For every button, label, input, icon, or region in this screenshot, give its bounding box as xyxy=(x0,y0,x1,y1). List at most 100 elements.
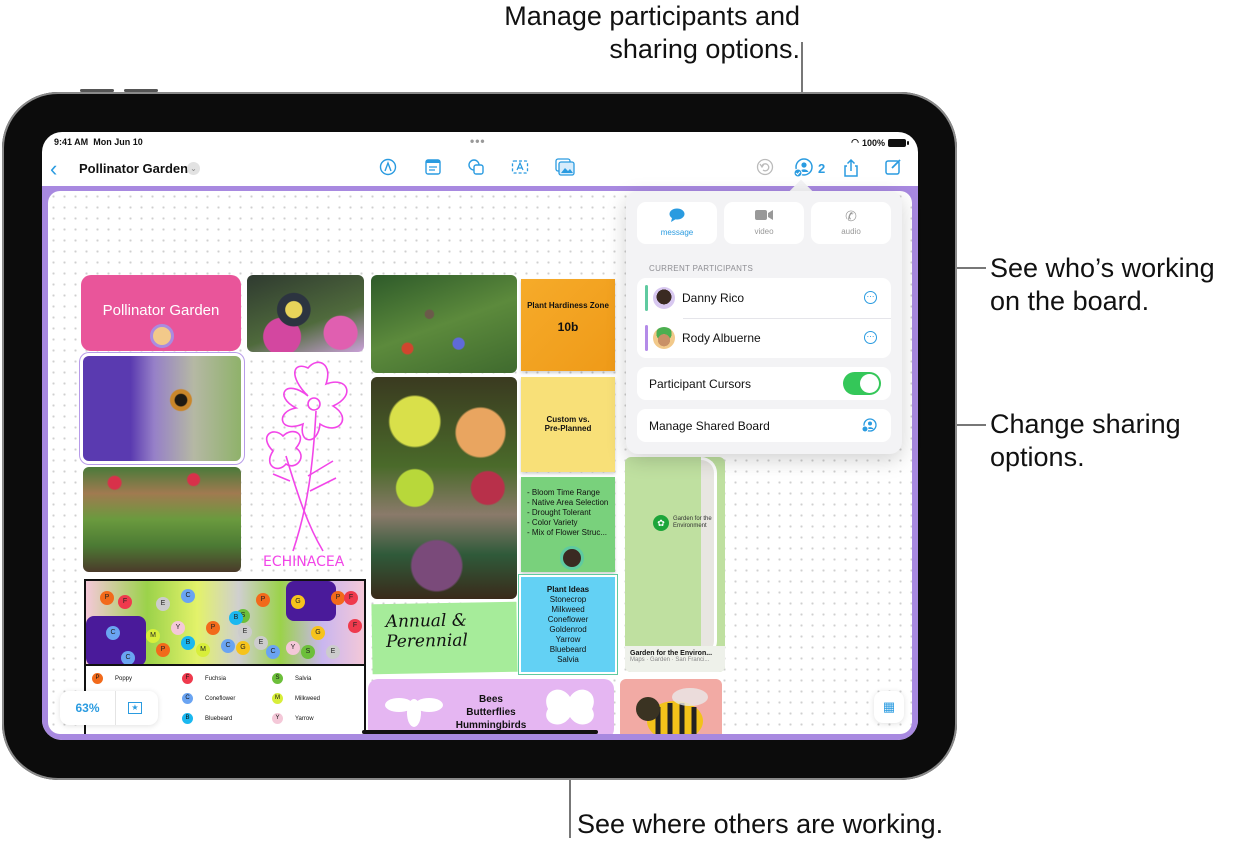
map-road xyxy=(701,457,717,657)
legend-label: Salvia xyxy=(295,675,312,682)
legend-dot: M xyxy=(272,693,283,704)
participant-name: Danny Rico xyxy=(682,291,745,305)
plot-marker: P xyxy=(206,621,220,635)
message-bubble-icon xyxy=(637,208,717,225)
plant-idea-item: Milkweed xyxy=(551,605,585,614)
bee-salvia-photo[interactable] xyxy=(83,356,241,461)
sticky-hardiness-zone[interactable]: Plant Hardiness Zone 10b xyxy=(521,279,615,371)
compose-icon[interactable] xyxy=(882,158,904,180)
avatar xyxy=(653,327,675,349)
current-participants-header: CURRENT PARTICIPANTS xyxy=(649,264,754,273)
plot-marker: B xyxy=(229,611,243,625)
garden-bed-photo[interactable] xyxy=(83,467,241,572)
video-label: video xyxy=(754,227,774,236)
chevron-down-icon[interactable]: ⌄ xyxy=(187,162,200,175)
succulent-wall-photo[interactable] xyxy=(371,377,517,599)
map-title: Garden for the Environ... xyxy=(630,650,713,657)
sticky-plant-ideas[interactable]: Plant Ideas Stonecrop Milkweed Coneflowe… xyxy=(521,577,615,672)
legend-item: F Fuchsia xyxy=(182,673,226,684)
wifi-icon: ◠ xyxy=(851,137,859,147)
text-box-icon[interactable] xyxy=(509,158,531,180)
video-camera-icon xyxy=(724,208,804,224)
echinacea-drawing[interactable]: ECHINACEA xyxy=(248,356,368,571)
participant-color-bar xyxy=(645,325,648,351)
plot-marker: E xyxy=(326,645,340,659)
plot-marker: C xyxy=(221,639,235,653)
participant-cursor-avatar-danny xyxy=(560,546,584,570)
participant-cursor-avatar-rody xyxy=(150,324,174,348)
undo-icon[interactable] xyxy=(754,158,776,180)
participant-cursors-label: Participant Cursors xyxy=(649,377,752,391)
multitasking-dots[interactable]: ••• xyxy=(470,134,486,148)
zoom-control[interactable]: 63% ★ xyxy=(60,691,158,725)
participant-name: Rody Albuerne xyxy=(682,331,761,345)
manage-shared-board-label: Manage Shared Board xyxy=(649,419,770,433)
callout-change-sharing: Change sharing options. xyxy=(990,409,1181,472)
phone-icon: ✆ xyxy=(845,208,857,224)
collaborators-count[interactable]: 2 xyxy=(818,161,825,176)
sticky-hardiness-title: Plant Hardiness Zone xyxy=(527,301,609,310)
shapes-icon[interactable] xyxy=(465,158,487,180)
sticky-custom-vs-preplanned[interactable]: Custom vs. Pre-Planned xyxy=(521,377,615,472)
participant-color-bar xyxy=(645,285,648,311)
hummingbird-photo[interactable] xyxy=(371,275,517,373)
share-icon[interactable] xyxy=(840,158,862,180)
bee-illustration[interactable] xyxy=(620,679,722,734)
more-options-icon[interactable]: ⋯ xyxy=(864,331,877,344)
plot-marker: M xyxy=(146,629,160,643)
participant-row[interactable]: Rody Albuerne ⋯ xyxy=(637,318,891,358)
message-button[interactable]: message xyxy=(637,202,717,244)
plant-idea-item: Coneflower xyxy=(547,615,589,624)
plant-ideas-heading: Plant Ideas xyxy=(546,585,590,594)
butterfly-photo[interactable] xyxy=(247,275,364,352)
plot-marker: F xyxy=(118,595,132,609)
sticky-note-icon[interactable] xyxy=(422,158,444,180)
plot-marker: Y xyxy=(171,621,185,635)
plot-marker: G xyxy=(311,626,325,640)
title-card-text: Pollinator Garden xyxy=(102,302,220,319)
legend-dot: Y xyxy=(272,713,283,724)
chevron-left-icon[interactable]: ‹ xyxy=(50,156,57,182)
criteria-item: - Bloom Time Range xyxy=(527,488,600,497)
plot-marker: G xyxy=(291,595,305,609)
grid-icon[interactable]: ▦ xyxy=(874,691,904,723)
criteria-item: - Native Area Selection xyxy=(527,498,609,507)
audio-button[interactable]: ✆ audio xyxy=(811,202,891,244)
media-icon[interactable] xyxy=(554,158,576,180)
collaboration-popover: message video ✆ audio CURRENT PARTICIPAN… xyxy=(626,191,902,454)
map-pin-label: Garden for the Environment xyxy=(673,516,712,529)
manage-sharing-icon[interactable] xyxy=(861,418,877,435)
board-title[interactable]: Pollinator Garden xyxy=(79,161,188,176)
status-time: 9:41 AM Mon Jun 10 xyxy=(54,137,143,147)
plot-marker: C xyxy=(121,651,135,664)
plot-marker: Y xyxy=(286,641,300,655)
more-options-icon[interactable]: ⋯ xyxy=(864,291,877,304)
map-card[interactable]: ✿ Garden for the Environment Garden for … xyxy=(625,457,725,672)
participant-row[interactable]: Danny Rico ⋯ xyxy=(637,278,891,318)
sticky-hardiness-value: 10b xyxy=(557,320,579,334)
drawing-label: ECHINACEA xyxy=(263,554,345,570)
criteria-item: - Mix of Flower Struc... xyxy=(527,528,608,537)
plot-marker: P xyxy=(256,593,270,607)
home-indicator[interactable] xyxy=(362,730,598,734)
manage-shared-board-row[interactable]: Manage Shared Board xyxy=(637,409,891,442)
callout-manage-participants: Manage participants and sharing options. xyxy=(504,1,800,64)
zoom-level[interactable]: 63% xyxy=(60,691,116,725)
plot-marker: F xyxy=(348,619,362,633)
plot-marker: P xyxy=(100,591,114,605)
participant-cursors-row: Participant Cursors xyxy=(637,367,891,400)
legend-item: P Poppy xyxy=(92,673,132,684)
collaboration-icon[interactable] xyxy=(792,158,814,180)
callout-see-who: See who’s working on the board. xyxy=(990,253,1215,316)
battery-percent: 100% xyxy=(861,137,885,148)
participant-cursors-toggle[interactable] xyxy=(843,372,881,395)
legend-label: Poppy xyxy=(115,675,133,682)
pen-tool-icon[interactable] xyxy=(377,158,399,180)
pollinators-card[interactable]: Bees Butterflies Hummingbirds xyxy=(368,679,614,734)
legend-label: Fuchsia xyxy=(205,675,227,682)
annual-perennial-card[interactable]: Annual & Perennial xyxy=(371,601,518,675)
star-icon[interactable]: ★ xyxy=(128,702,142,714)
plot-marker: P xyxy=(331,591,345,605)
legend-dot: P xyxy=(92,673,103,684)
video-button[interactable]: video xyxy=(724,202,804,244)
